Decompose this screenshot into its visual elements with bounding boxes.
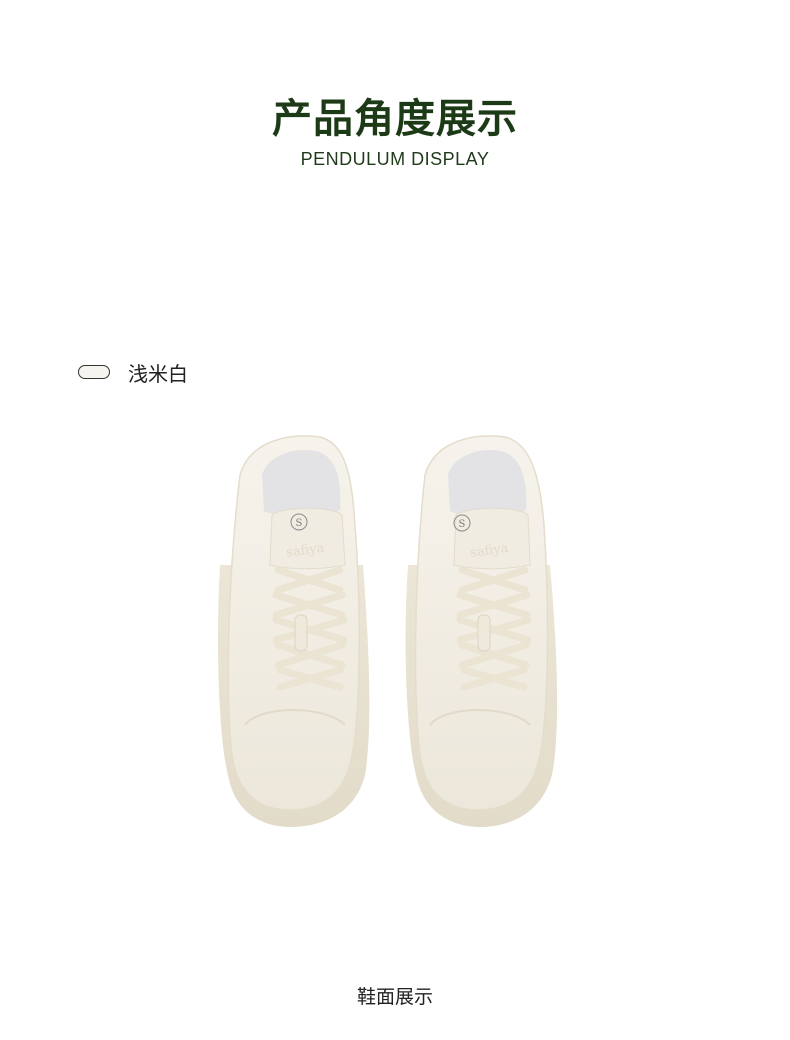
left-shoe: S safiya: [217, 435, 370, 827]
color-label: 浅米白: [128, 361, 188, 386]
color-swatch-icon: [78, 365, 110, 379]
page-subtitle: PENDULUM DISPLAY: [300, 149, 490, 169]
image-caption: 鞋面展示: [356, 986, 433, 1008]
page-title: 产品角度展示: [272, 96, 518, 142]
brand-mark: S: [296, 518, 303, 529]
color-option[interactable]: 浅米白: [78, 358, 188, 386]
right-shoe: S safiya: [405, 435, 558, 827]
svg-text:S: S: [459, 519, 466, 530]
sneaker-pair-image: S safiya S safiya: [180, 415, 610, 955]
